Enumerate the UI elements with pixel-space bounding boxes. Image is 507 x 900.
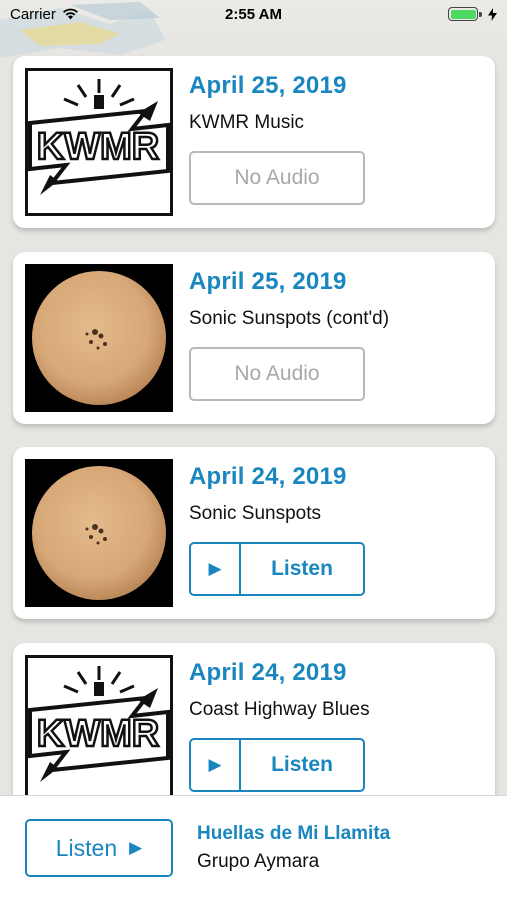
episode-date: April 25, 2019 — [189, 268, 347, 295]
kwmr-logo-image: KWMR — [28, 666, 170, 782]
status-bar: Carrier 2:55 AM — [0, 0, 507, 28]
svg-text:KWMR: KWMR — [37, 713, 159, 755]
now-playing-bar: Listen ▶ Huellas de Mi Llamita Grupo Aym… — [0, 795, 507, 900]
no-audio-button: No Audio — [189, 151, 365, 205]
sun-photo-image — [25, 264, 173, 412]
now-playing-title: Huellas de Mi Llamita — [197, 823, 391, 844]
episode-thumbnail: KWMR — [25, 655, 173, 803]
now-playing-listen-label[interactable]: Listen — [56, 835, 117, 862]
now-playing-artist: Grupo Aymara — [197, 851, 320, 872]
episode-date: April 24, 2019 — [189, 659, 347, 686]
listen-button[interactable]: ▶ Listen — [189, 738, 365, 792]
episode-title: KWMR Music — [189, 112, 305, 133]
no-audio-button: No Audio — [189, 347, 365, 401]
wifi-icon — [62, 8, 78, 20]
episode-card[interactable]: April 24, 2019 Sonic Sunspots ▶ Listen — [13, 447, 495, 619]
listen-button[interactable]: ▶ Listen — [189, 542, 365, 596]
kwmr-logo-image: KWMR — [28, 79, 170, 195]
status-left: Carrier — [10, 6, 79, 23]
charging-bolt-icon — [488, 7, 497, 21]
episode-card[interactable]: April 25, 2019 Sonic Sunspots (cont'd) N… — [13, 252, 495, 424]
episode-card[interactable]: KWMR April 25, 2019 KWMR Music No Audio — [13, 56, 495, 228]
episode-card[interactable]: KWMR April 24, 2019 Coast Highway Blues … — [13, 643, 495, 815]
carrier-label: Carrier — [10, 5, 56, 23]
play-icon[interactable]: ▶ — [191, 740, 241, 790]
sun-photo-image — [25, 459, 173, 607]
episode-thumbnail: KWMR — [25, 68, 173, 216]
episode-date: April 24, 2019 — [189, 463, 347, 490]
episode-thumbnail — [25, 264, 173, 412]
episode-title: Sonic Sunspots — [189, 503, 322, 524]
episode-title: Sonic Sunspots (cont'd) — [189, 308, 390, 329]
battery-icon — [448, 7, 482, 21]
episode-thumbnail — [25, 459, 173, 607]
play-icon[interactable]: ▶ — [191, 544, 241, 594]
listen-button-label[interactable]: Listen — [241, 544, 363, 594]
episode-title: Coast Highway Blues — [189, 699, 370, 720]
listen-button-label[interactable]: Listen — [241, 740, 363, 790]
svg-text:KWMR: KWMR — [37, 126, 159, 168]
status-right — [448, 7, 497, 21]
now-playing-listen-button[interactable]: Listen ▶ — [25, 819, 173, 877]
episode-date: April 25, 2019 — [189, 72, 347, 99]
play-icon[interactable]: ▶ — [129, 838, 142, 858]
